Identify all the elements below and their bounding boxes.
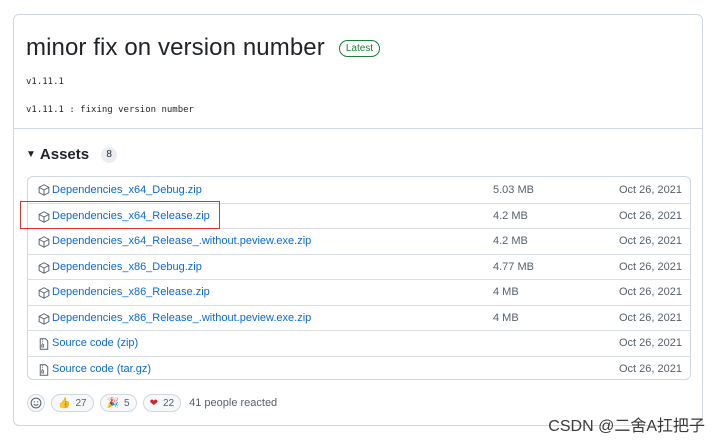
release-header: minor fix on version number Latest bbox=[26, 33, 690, 63]
asset-name: Source code bbox=[52, 337, 114, 350]
reaction-count: 5 bbox=[124, 397, 130, 409]
watermark: CSDN @二舍A扛把子 bbox=[548, 418, 705, 435]
party-popper-icon: 🎉 bbox=[106, 397, 120, 409]
asset-size: 5.03 MB bbox=[493, 183, 534, 196]
asset-date: Oct 26, 2021 bbox=[619, 311, 682, 324]
assets-toggle[interactable]: ▼ Assets 8 bbox=[26, 146, 118, 163]
file-zip-icon bbox=[39, 338, 49, 350]
asset-download-link[interactable]: Dependencies_x86_Release_.without.peview… bbox=[52, 312, 311, 324]
latest-badge: Latest bbox=[338, 39, 381, 57]
asset-download-link[interactable]: Source code (tar.gz) bbox=[52, 363, 151, 375]
asset-name: Dependencies_x64_Release.zip bbox=[52, 209, 210, 222]
asset-name: Dependencies_x64_Release_.without.peview… bbox=[52, 235, 312, 248]
asset-date: Oct 26, 2021 bbox=[619, 337, 682, 350]
release-tag: v1.11.1 bbox=[26, 77, 64, 87]
asset-row: Dependencies_x64_Debug.zip 5.03 MB Oct 26,… bbox=[28, 177, 690, 203]
asset-download-link[interactable]: Dependencies_x86_Release.zip bbox=[52, 286, 210, 298]
package-icon bbox=[38, 287, 50, 299]
asset-name: Dependencies_x64_Debug.zip bbox=[52, 183, 202, 196]
asset-name: Dependencies_x86_Release.zip bbox=[52, 286, 210, 299]
asset-size: 4.77 MB bbox=[493, 260, 534, 273]
asset-name: Dependencies_x86_Debug.zip bbox=[52, 260, 202, 273]
thumbs-up-icon: 👍 bbox=[58, 397, 71, 409]
triangle-down-icon: ▼ bbox=[26, 149, 36, 160]
assets-list: Dependencies_x64_Debug.zip 5.03 MB Oct 26,… bbox=[27, 176, 691, 380]
asset-date: Oct 26, 2021 bbox=[619, 209, 682, 222]
add-reaction-button[interactable] bbox=[27, 394, 45, 412]
asset-size: 4.2 MB bbox=[493, 209, 528, 222]
release-body: v1.11.1 : fixing version number bbox=[26, 105, 194, 115]
asset-row: Source code (zip) Oct 26, 2021 bbox=[28, 330, 690, 356]
asset-download-link[interactable]: Source code (zip) bbox=[52, 337, 138, 349]
package-icon bbox=[38, 210, 50, 223]
package-icon bbox=[38, 236, 50, 248]
asset-row: Dependencies_x86_Release.zip 4 MB Oct 26, … bbox=[28, 279, 690, 305]
asset-row: Source code (tar.gz) Oct 26, 2021 bbox=[28, 355, 690, 380]
file-zip-icon bbox=[39, 363, 49, 376]
reaction-count: 27 bbox=[75, 397, 87, 409]
asset-row: Dependencies_x64_Release_.without.peview… bbox=[28, 228, 690, 254]
assets-title: Assets bbox=[39, 146, 90, 163]
package-icon bbox=[38, 261, 50, 274]
heart-icon: ❤ bbox=[149, 397, 158, 409]
asset-date: Oct 26, 2021 bbox=[619, 183, 682, 196]
assets-count-badge: 8 bbox=[101, 146, 118, 163]
asset-size: 4 MB bbox=[493, 286, 519, 299]
asset-name: Source code bbox=[52, 362, 114, 375]
asset-size: 4 MB bbox=[493, 311, 519, 324]
divider bbox=[14, 128, 702, 129]
asset-download-link[interactable]: Dependencies_x86_Debug.zip bbox=[52, 261, 202, 273]
asset-format: (tar.gz) bbox=[116, 362, 152, 375]
asset-name: Dependencies_x86_Release_.without.peview… bbox=[52, 311, 312, 324]
reaction-hooray[interactable]: 🎉 5 bbox=[99, 394, 137, 412]
asset-row: Dependencies_x64_Release.zip 4.2 MB Oct 26… bbox=[28, 202, 690, 229]
smiley-icon bbox=[30, 397, 42, 409]
asset-date: Oct 26, 2021 bbox=[619, 235, 682, 248]
asset-download-link[interactable]: Dependencies_x64_Release.zip bbox=[52, 210, 210, 222]
reaction-thumbs-up[interactable]: 👍 27 bbox=[51, 394, 94, 412]
reaction-count: 22 bbox=[162, 397, 175, 409]
reaction-heart[interactable]: ❤ 22 bbox=[142, 394, 182, 412]
reactions-summary: 41 people reacted bbox=[189, 397, 278, 409]
package-icon bbox=[38, 184, 50, 196]
asset-date: Oct 26, 2021 bbox=[619, 286, 682, 299]
asset-date: Oct 26, 2021 bbox=[619, 260, 682, 273]
asset-download-link[interactable]: Dependencies_x64_Release_.without.peview… bbox=[52, 235, 311, 247]
asset-row: Dependencies_x86_Release_.without.peview… bbox=[28, 304, 690, 331]
release-card: minor fix on version number Latest v1.11… bbox=[13, 14, 703, 426]
reactions-bar: 👍 27 🎉 5 ❤ 22 41 people reacted bbox=[27, 394, 277, 412]
asset-size: 4.2 MB bbox=[493, 235, 528, 248]
asset-date: Oct 26, 2021 bbox=[619, 362, 682, 375]
asset-row: Dependencies_x86_Debug.zip 4.77 MB Oct 26,… bbox=[28, 253, 690, 280]
package-icon bbox=[38, 312, 50, 325]
release-title[interactable]: minor fix on version number bbox=[26, 34, 325, 62]
asset-download-link[interactable]: Dependencies_x64_Debug.zip bbox=[52, 184, 202, 196]
asset-format: (zip) bbox=[116, 337, 139, 350]
